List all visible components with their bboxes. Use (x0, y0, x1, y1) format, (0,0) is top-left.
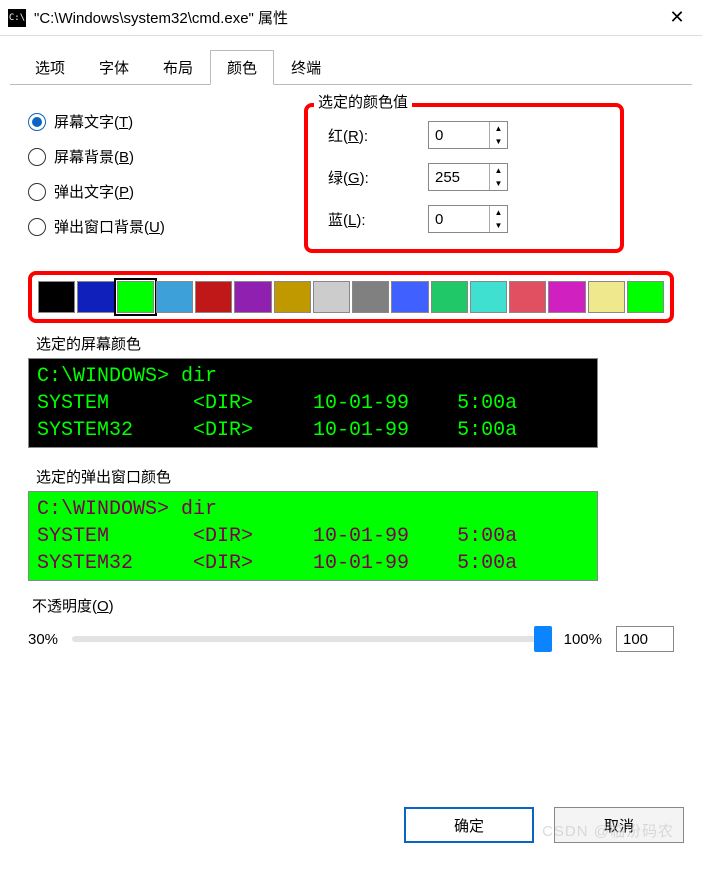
cancel-button[interactable]: 取消 (554, 807, 684, 843)
spin-down-icon[interactable]: ▼ (490, 177, 507, 190)
window-title: "C:\Windows\system32\cmd.exe" 属性 (34, 7, 654, 28)
tab-options[interactable]: 选项 (18, 50, 82, 85)
tab-terminal[interactable]: 终端 (274, 50, 338, 85)
opacity-slider[interactable] (72, 636, 550, 642)
radio-screen-bg[interactable]: 屏幕背景(B) (28, 146, 278, 167)
radio-label: 弹出文字(P) (54, 181, 134, 202)
green-spinner[interactable]: 255 ▲▼ (428, 163, 508, 191)
color-swatch[interactable] (431, 281, 468, 313)
color-swatch[interactable] (470, 281, 507, 313)
ok-button[interactable]: 确定 (404, 807, 534, 843)
popup-preview-box: C:\WINDOWS> dir SYSTEM <DIR> 10-01-99 5:… (28, 491, 598, 581)
color-swatch-strip (28, 271, 674, 323)
blue-value: 0 (429, 211, 489, 228)
rgb-green-label: 绿(G): (328, 167, 428, 188)
spin-up-icon[interactable]: ▲ (490, 164, 507, 177)
tab-colors[interactable]: 颜色 (210, 50, 274, 85)
blue-spinner[interactable]: 0 ▲▼ (428, 205, 508, 233)
close-button[interactable]: ✕ (654, 1, 700, 35)
opacity-label: 不透明度(O) (32, 595, 674, 616)
color-target-group: 屏幕文字(T) 屏幕背景(B) 弹出文字(P) 弹出窗口背景(U) (28, 103, 278, 253)
tab-layout[interactable]: 布局 (146, 50, 210, 85)
rgb-legend: 选定的颜色值 (314, 91, 412, 112)
opacity-value-field[interactable]: 100 (616, 626, 674, 652)
spin-down-icon[interactable]: ▼ (490, 135, 507, 148)
red-spinner[interactable]: 0 ▲▼ (428, 121, 508, 149)
cmd-icon: C:\ (8, 9, 26, 27)
rgb-red-label: 红(R): (328, 125, 428, 146)
color-swatch[interactable] (588, 281, 625, 313)
color-swatch[interactable] (313, 281, 350, 313)
opacity-section: 不透明度(O) 30% 100% 100 (28, 595, 674, 652)
spin-up-icon[interactable]: ▲ (490, 206, 507, 219)
radio-label: 屏幕文字(T) (54, 111, 133, 132)
opacity-min: 30% (28, 631, 58, 648)
radio-screen-text[interactable]: 屏幕文字(T) (28, 111, 278, 132)
titlebar: C:\ "C:\Windows\system32\cmd.exe" 属性 ✕ (0, 0, 702, 36)
color-swatch[interactable] (352, 281, 389, 313)
color-swatch[interactable] (38, 281, 75, 313)
close-icon: ✕ (669, 7, 684, 28)
tab-strip: 选项 字体 布局 颜色 终端 (0, 50, 702, 85)
slider-thumb-icon[interactable] (534, 626, 552, 652)
green-value: 255 (429, 169, 489, 186)
rgb-blue-row: 蓝(L): 0 ▲▼ (328, 205, 602, 233)
rgb-red-row: 红(R): 0 ▲▼ (328, 121, 602, 149)
color-swatch[interactable] (195, 281, 232, 313)
color-swatch[interactable] (234, 281, 271, 313)
screen-preview-section: 选定的屏幕颜色 C:\WINDOWS> dir SYSTEM <DIR> 10-… (28, 333, 674, 448)
spin-up-icon[interactable]: ▲ (490, 122, 507, 135)
color-swatch[interactable] (391, 281, 428, 313)
color-swatch[interactable] (548, 281, 585, 313)
radio-label: 弹出窗口背景(U) (54, 216, 165, 237)
color-swatch[interactable] (627, 281, 664, 313)
popup-preview-section: 选定的弹出窗口颜色 C:\WINDOWS> dir SYSTEM <DIR> 1… (28, 466, 674, 581)
spin-down-icon[interactable]: ▼ (490, 219, 507, 232)
screen-preview-box: C:\WINDOWS> dir SYSTEM <DIR> 10-01-99 5:… (28, 358, 598, 448)
radio-label: 屏幕背景(B) (54, 146, 134, 167)
red-value: 0 (429, 127, 489, 144)
opacity-max: 100% (564, 631, 602, 648)
radio-icon (28, 218, 46, 236)
radio-popup-bg[interactable]: 弹出窗口背景(U) (28, 216, 278, 237)
color-swatch[interactable] (274, 281, 311, 313)
color-swatch[interactable] (509, 281, 546, 313)
radio-icon (28, 113, 46, 131)
rgb-blue-label: 蓝(L): (328, 209, 428, 230)
color-swatch[interactable] (77, 281, 114, 313)
screen-preview-label: 选定的屏幕颜色 (36, 333, 674, 354)
radio-icon (28, 183, 46, 201)
tab-font[interactable]: 字体 (82, 50, 146, 85)
color-swatch[interactable] (156, 281, 193, 313)
radio-icon (28, 148, 46, 166)
color-swatch[interactable] (117, 281, 154, 313)
popup-preview-label: 选定的弹出窗口颜色 (36, 466, 674, 487)
dialog-buttons: 确定 取消 (404, 807, 684, 843)
radio-popup-text[interactable]: 弹出文字(P) (28, 181, 278, 202)
rgb-fieldset: 选定的颜色值 红(R): 0 ▲▼ 绿(G): 255 ▲▼ 蓝(L): 0 (304, 103, 624, 253)
rgb-green-row: 绿(G): 255 ▲▼ (328, 163, 602, 191)
